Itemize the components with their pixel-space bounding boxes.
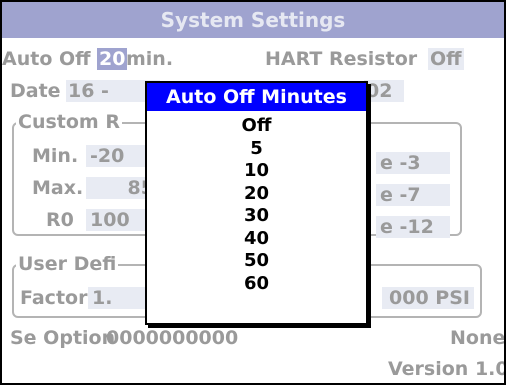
option-60[interactable]: 60 [147,273,366,296]
option-5[interactable]: 5 [147,138,366,161]
auto-off-value[interactable]: 20 [97,48,128,70]
factor-label: Factor [20,287,88,309]
option-20[interactable]: 20 [147,183,366,206]
auto-off-minutes-popup: Auto Off Minutes Off 5 10 20 30 40 50 60 [145,81,368,325]
min-right-prefix: e [380,152,393,174]
max-label: Max. [32,177,84,199]
r0-right-number: -12 [399,216,434,238]
popup-option-list: Off 5 10 20 30 40 50 60 [147,115,366,295]
date-label: Date [10,80,61,102]
popup-title: Auto Off Minutes [147,83,366,111]
sw-option-right: None [450,327,504,349]
min-right-number: -3 [399,152,421,174]
window-title: System Settings [2,2,504,38]
option-40[interactable]: 40 [147,228,366,251]
auto-off-label: Auto Off [2,48,91,70]
hart-resistor-value[interactable]: Off [428,48,464,70]
r0-label: R0 [46,209,74,231]
option-30[interactable]: 30 [147,205,366,228]
option-50[interactable]: 50 [147,250,366,273]
r0-right-value[interactable]: e -12 [376,216,450,238]
hart-resistor-label: HART Resistor [265,48,418,70]
sw-option-value: 0000000000 [106,327,239,349]
option-off[interactable]: Off [147,115,366,138]
min-right-value[interactable]: e -3 [376,152,450,174]
max-right-number: -7 [399,184,421,206]
custom-range-group-label: Custom R [16,111,122,133]
max-right-prefix: e [380,184,393,206]
device-screen: System Settings Auto Off 20 min. HART Re… [0,0,506,385]
option-10[interactable]: 10 [147,160,366,183]
sw-option-label: Se Option [10,327,116,349]
version-label: Version 1.03 [388,358,504,380]
min-label: Min. [32,145,79,167]
user-defined-group-label: User Defi [16,253,119,275]
auto-off-unit: min. [126,48,174,70]
settings-panel: System Settings Auto Off 20 min. HART Re… [2,2,504,383]
r0-right-prefix: e [380,216,393,238]
user-unit-value[interactable]: 000 PSI [382,287,474,309]
date-value-tail[interactable]: 02 [364,80,404,102]
max-right-value[interactable]: e -7 [376,184,450,206]
